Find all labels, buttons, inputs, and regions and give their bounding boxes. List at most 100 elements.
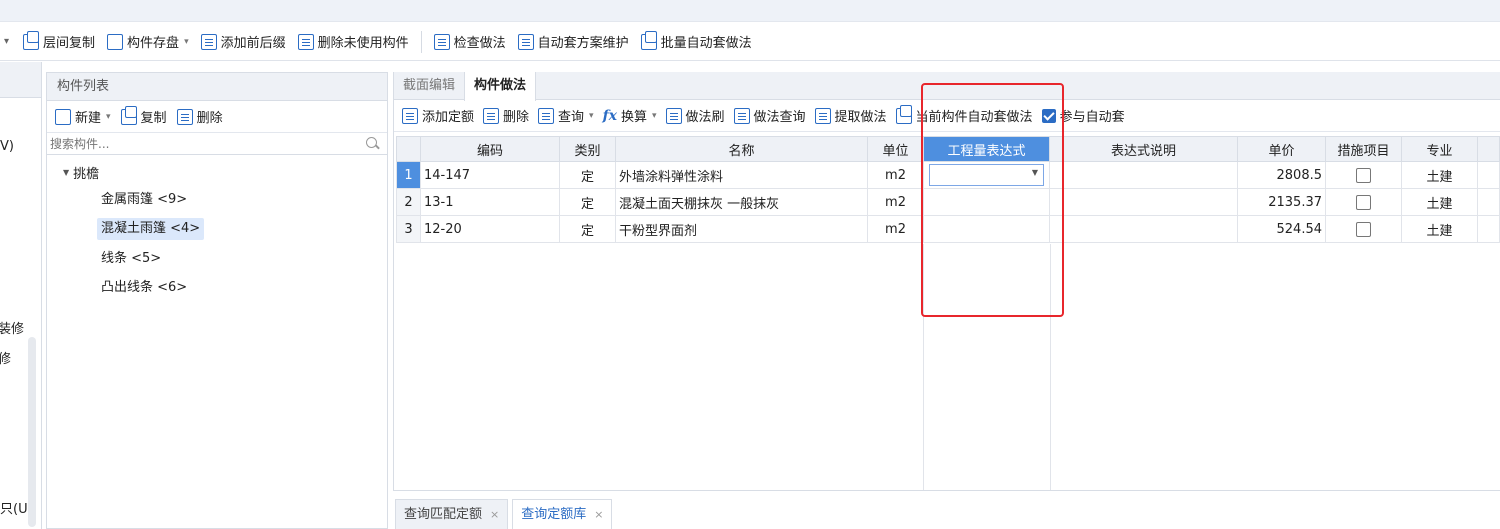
sidebar-item[interactable]: 只(U [0, 498, 28, 517]
toolbar-divider [420, 30, 422, 53]
cell-price[interactable]: 2808.5 [1237, 161, 1326, 189]
delete-component-button[interactable]: 删除 [175, 104, 231, 130]
tab-section-edit[interactable]: 截面编辑 [394, 72, 464, 100]
column-header-name[interactable]: 名称 [615, 136, 868, 162]
delete-unused-label: 删除未使用构件 [317, 36, 409, 51]
cell-type[interactable]: 定 [559, 188, 616, 216]
measure-checkbox[interactable] [1356, 194, 1371, 210]
column-header-type[interactable]: 类别 [559, 136, 616, 162]
cell-expression[interactable] [923, 188, 1050, 216]
delete-unused-button[interactable]: 删除未使用构件 [292, 29, 415, 55]
cell-measure[interactable] [1325, 215, 1402, 243]
sidebar-item[interactable]: 装修 [0, 318, 24, 337]
cell-measure[interactable] [1325, 188, 1402, 216]
tree-item-selected[interactable]: 混凝土雨篷 <4> [97, 218, 205, 240]
batch-auto-button[interactable]: 批量自动套做法 [635, 29, 758, 55]
method-query-button[interactable]: 做法查询 [732, 103, 813, 129]
query-icon [538, 107, 555, 124]
column-header-price[interactable]: 单价 [1237, 136, 1326, 162]
save-component-button[interactable]: 构件存盘 ▾ [101, 29, 195, 55]
cell-expression[interactable] [923, 215, 1050, 243]
column-header-expression[interactable]: 工程量表达式 [923, 136, 1050, 162]
search-icon[interactable] [366, 137, 377, 148]
caret-down-icon[interactable]: ▼ [63, 168, 69, 177]
tree-item[interactable]: 线条 <5> [97, 248, 165, 270]
sidebar-item[interactable]: V) [0, 139, 14, 154]
cell-code[interactable]: 13-1 [420, 188, 560, 216]
cell-name[interactable]: 混凝土面天棚抹灰 一般抹灰 [615, 188, 868, 216]
tab-label: 查询定额库 [521, 506, 587, 522]
measure-checkbox[interactable] [1356, 167, 1371, 183]
measure-checkbox[interactable] [1356, 221, 1371, 237]
table-row[interactable]: 1 14-147 定 外墙涂料弹性涂料 m2 ▼ 2808.5 土建 [396, 161, 1500, 189]
component-search-input[interactable] [47, 133, 387, 154]
query-button[interactable]: 查询 ▾ [536, 103, 601, 129]
close-icon[interactable]: × [594, 501, 603, 529]
bottom-tab-bar: 查询匹配定额 × 查询定额库 × [393, 490, 1500, 529]
chevron-down-icon[interactable]: ▼ [1032, 168, 1038, 177]
cell-type[interactable]: 定 [559, 215, 616, 243]
row-number[interactable]: 2 [396, 188, 421, 216]
cell-major[interactable]: 土建 [1401, 188, 1478, 216]
expression-dropdown[interactable]: ▼ [929, 164, 1044, 186]
cell-code[interactable]: 12-20 [420, 215, 560, 243]
cell-price[interactable]: 524.54 [1237, 215, 1326, 243]
auto-scheme-button[interactable]: 自动套方案维护 [512, 29, 635, 55]
extract-method-button[interactable]: 提取做法 [813, 103, 894, 129]
column-header-expression-desc[interactable]: 表达式说明 [1049, 136, 1238, 162]
sidebar-scrollbar[interactable] [28, 337, 36, 527]
table-row[interactable]: 3 12-20 定 干粉型界面剂 m2 524.54 土建 [396, 215, 1500, 243]
cell-expression-desc[interactable] [1049, 161, 1238, 189]
cell-measure[interactable] [1325, 161, 1402, 189]
column-header-code[interactable]: 编码 [420, 136, 560, 162]
row-number[interactable]: 3 [396, 215, 421, 243]
row-number[interactable]: 1 [396, 161, 421, 189]
tree-root-item[interactable]: ▼ 挑檐 [63, 163, 99, 182]
participate-auto-checkbox[interactable]: 参与自动套 [1040, 103, 1132, 129]
tree-item[interactable]: 金属雨篷 <9> [97, 189, 191, 211]
cell-price[interactable]: 2135.37 [1237, 188, 1326, 216]
cell-major[interactable]: 土建 [1401, 215, 1478, 243]
cell-type[interactable]: 定 [559, 161, 616, 189]
extract-icon [814, 107, 831, 124]
expression-column-line [1050, 244, 1051, 494]
add-affix-button[interactable]: 添加前后缀 [195, 29, 292, 55]
delete-unused-icon [297, 33, 314, 50]
cell-expression-desc[interactable] [1049, 188, 1238, 216]
close-icon[interactable]: × [490, 501, 499, 529]
new-component-button[interactable]: 新建 ▾ [53, 104, 119, 130]
cell-name[interactable]: 干粉型界面剂 [615, 215, 868, 243]
cell-overflow [1477, 188, 1500, 216]
convert-label: 换算 [620, 110, 647, 125]
tree-item[interactable]: 凸出线条 <6> [97, 277, 191, 299]
cell-major[interactable]: 土建 [1401, 161, 1478, 189]
add-quota-button[interactable]: 添加定额 [400, 103, 481, 129]
copy-component-button[interactable]: 复制 [119, 104, 175, 130]
cell-unit[interactable]: m2 [867, 215, 924, 243]
cell-code[interactable]: 14-147 [420, 161, 560, 189]
checkbox-checked-icon[interactable] [1041, 108, 1056, 123]
table-row[interactable]: 2 13-1 定 混凝土面天棚抹灰 一般抹灰 m2 2135.37 土建 [396, 188, 1500, 216]
cell-expression-editor[interactable]: ▼ [923, 161, 1050, 189]
cell-unit[interactable]: m2 [867, 188, 924, 216]
current-auto-button[interactable]: 当前构件自动套做法 [894, 103, 1040, 129]
column-header-unit[interactable]: 单位 [867, 136, 924, 162]
tab-query-quota-library[interactable]: 查询定额库 × [512, 499, 613, 529]
column-header-measure[interactable]: 措施项目 [1325, 136, 1402, 162]
delete-row-button[interactable]: 删除 [481, 103, 536, 129]
cell-name[interactable]: 外墙涂料弹性涂料 [615, 161, 868, 189]
column-header-major[interactable]: 专业 [1401, 136, 1478, 162]
method-query-label: 做法查询 [753, 110, 806, 125]
tab-query-matching-quota[interactable]: 查询匹配定额 × [395, 499, 509, 529]
cell-unit[interactable]: m2 [867, 161, 924, 189]
convert-button[interactable]: fx 换算 ▾ [601, 103, 664, 129]
tab-component-method[interactable]: 构件做法 [464, 72, 537, 101]
cell-expression-desc[interactable] [1049, 215, 1238, 243]
method-brush-button[interactable]: 做法刷 [664, 103, 732, 129]
check-method-button[interactable]: 检查做法 [428, 29, 512, 55]
method-brush-label: 做法刷 [685, 110, 725, 125]
sidebar-item[interactable]: 修 [0, 348, 11, 367]
chevron-down-icon[interactable]: ▾ [4, 36, 9, 47]
participate-auto-label: 参与自动套 [1059, 110, 1125, 125]
floor-copy-button[interactable]: 层间复制 [17, 29, 101, 55]
